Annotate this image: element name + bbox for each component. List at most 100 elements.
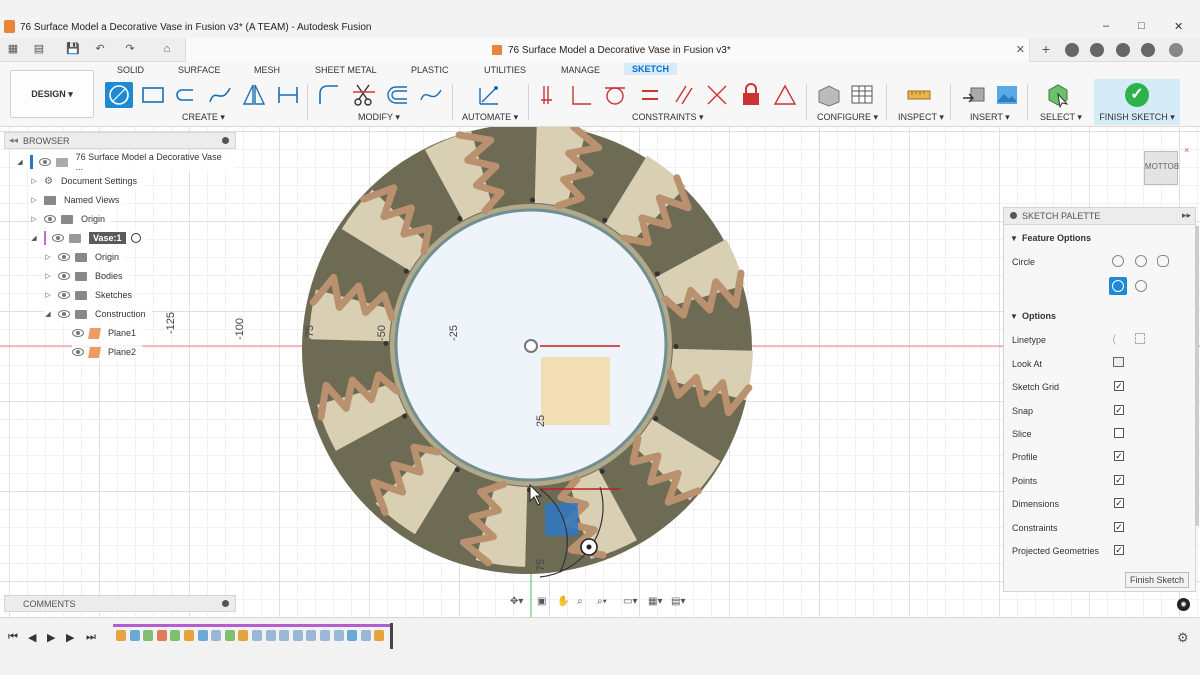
automate-dimension-icon[interactable] bbox=[475, 82, 503, 108]
undo-icon[interactable]: ↶ bbox=[93, 43, 107, 56]
tab-solid[interactable]: SOLID bbox=[117, 65, 144, 75]
palette-pin-icon[interactable] bbox=[1010, 212, 1017, 219]
timeline-feature-icon[interactable] bbox=[116, 630, 126, 641]
file-menu-icon[interactable]: ▤ bbox=[32, 43, 46, 56]
selected-circle-type-icon[interactable] bbox=[1109, 277, 1127, 295]
tangent-circle-icon[interactable] bbox=[1135, 280, 1147, 292]
tree-item-named-views[interactable]: ▷ Named Views bbox=[30, 191, 126, 209]
timeline-feature-icon[interactable] bbox=[156, 630, 167, 641]
measure-ruler-icon[interactable] bbox=[905, 82, 933, 108]
tree-item-plane1[interactable]: Plane1 bbox=[72, 324, 143, 342]
tangent-constraint-icon[interactable] bbox=[601, 82, 629, 108]
configure-box-icon[interactable] bbox=[815, 82, 843, 108]
tab-mesh[interactable]: MESH bbox=[254, 65, 280, 75]
expand-triangle-icon[interactable]: ▷ bbox=[30, 177, 38, 185]
symmetry-triangle-icon[interactable] bbox=[771, 82, 799, 108]
points-checkbox[interactable]: ✓ bbox=[1114, 475, 1124, 485]
redo-icon[interactable]: ↷ bbox=[123, 43, 137, 56]
expand-triangle-icon[interactable]: ▷ bbox=[30, 215, 38, 223]
visibility-eye-icon[interactable] bbox=[44, 215, 56, 223]
insert-menu[interactable]: INSERT ▾ bbox=[970, 112, 1010, 123]
pin-icon[interactable] bbox=[222, 600, 229, 607]
timeline-feature-icon[interactable] bbox=[292, 630, 303, 641]
parallel-constraint-icon[interactable] bbox=[670, 82, 698, 108]
dimension-tool-icon[interactable] bbox=[274, 82, 302, 108]
tree-item-vase-component[interactable]: ◢ Vase:1 bbox=[30, 229, 147, 247]
finish-sketch-button[interactable]: ✓ FINISH SKETCH ▾ bbox=[1094, 79, 1180, 125]
constraints-menu[interactable]: CONSTRAINTS ▾ bbox=[632, 112, 704, 123]
collapse-panel-icon[interactable]: ◂◂ bbox=[9, 135, 18, 146]
palette-scrollbar[interactable] bbox=[1195, 226, 1199, 526]
minimize-button[interactable]: – bbox=[1103, 20, 1109, 32]
home-icon[interactable]: ⌂ bbox=[160, 43, 174, 56]
play-icon[interactable]: ▶ bbox=[47, 631, 55, 644]
viewports-icon[interactable]: ▤▾ bbox=[671, 596, 685, 607]
timeline-feature-icon[interactable] bbox=[320, 630, 330, 641]
display-settings-icon[interactable]: ▭▾ bbox=[623, 596, 637, 607]
visibility-eye-icon[interactable] bbox=[58, 310, 70, 318]
orbit-icon[interactable]: ✥▾ bbox=[510, 596, 523, 607]
visibility-eye-icon[interactable] bbox=[72, 348, 84, 356]
tree-item-sketches[interactable]: ▷ Sketches bbox=[44, 286, 139, 304]
timeline-feature-icon[interactable] bbox=[360, 630, 371, 641]
select-menu[interactable]: SELECT ▾ bbox=[1040, 112, 1082, 123]
timeline-feature-icon[interactable] bbox=[197, 630, 208, 641]
comments-panel[interactable]: COMMENTS bbox=[4, 595, 236, 612]
expand-triangle-icon[interactable]: ◢ bbox=[16, 158, 24, 166]
sketch-palette-header[interactable]: SKETCH PALETTE ▸▸ bbox=[1004, 208, 1195, 225]
pan-hand-icon[interactable]: ✋ bbox=[557, 596, 569, 607]
tree-item-origin[interactable]: ▷ Origin bbox=[30, 210, 112, 228]
visibility-eye-icon[interactable] bbox=[72, 329, 84, 337]
collapse-triangle-icon[interactable]: ▼ bbox=[1010, 312, 1018, 321]
help-icon[interactable] bbox=[1141, 43, 1155, 57]
expand-triangle-icon[interactable]: ▷ bbox=[44, 291, 52, 299]
timeline-feature-icon[interactable] bbox=[333, 630, 344, 641]
sketch-scale-icon[interactable] bbox=[417, 82, 445, 108]
configure-menu[interactable]: CONFIGURE ▾ bbox=[817, 112, 878, 123]
timeline-feature-icon[interactable] bbox=[279, 630, 290, 641]
visibility-eye-icon[interactable] bbox=[52, 234, 64, 242]
dimensions-checkbox[interactable]: ✓ bbox=[1114, 498, 1124, 508]
constraints-checkbox[interactable]: ✓ bbox=[1114, 522, 1124, 532]
slot-tool-icon[interactable] bbox=[172, 82, 200, 108]
timeline-feature-icon[interactable] bbox=[252, 630, 262, 641]
go-to-end-icon[interactable]: ⏭ bbox=[86, 631, 96, 644]
circle-tool-icon[interactable] bbox=[105, 82, 133, 108]
new-tab-plus-icon[interactable]: + bbox=[1039, 42, 1053, 56]
pin-icon[interactable] bbox=[222, 137, 229, 144]
insert-image-icon[interactable] bbox=[993, 82, 1021, 108]
normal-linetype-icon[interactable]: ⟨ bbox=[1112, 333, 1116, 346]
palette-finish-sketch-button[interactable]: Finish Sketch bbox=[1125, 572, 1189, 588]
feature-options-header[interactable]: Feature Options bbox=[1022, 233, 1091, 243]
job-status-icon[interactable] bbox=[1090, 43, 1104, 57]
tree-item-vase-origin[interactable]: ▷ Origin bbox=[44, 248, 126, 266]
tree-item-construction[interactable]: ◢ Construction bbox=[44, 305, 152, 323]
collinear-constraint-icon[interactable] bbox=[703, 82, 731, 108]
construction-linetype-icon[interactable] bbox=[1135, 333, 1145, 344]
timeline-feature-icon[interactable] bbox=[170, 630, 181, 641]
visibility-eye-icon[interactable] bbox=[58, 272, 70, 280]
spline-tool-icon[interactable] bbox=[206, 82, 234, 108]
fix-lock-icon[interactable] bbox=[737, 82, 765, 108]
automate-menu[interactable]: AUTOMATE ▾ bbox=[462, 112, 518, 123]
expand-triangle-icon[interactable]: ▷ bbox=[44, 272, 52, 280]
fit-zoom-icon[interactable]: ⌕▾ bbox=[597, 596, 607, 607]
coincident-constraint-icon[interactable] bbox=[537, 82, 565, 108]
activate-radio-icon[interactable] bbox=[130, 233, 141, 243]
document-tab[interactable]: 76 Surface Model a Decorative Vase in Fu… bbox=[185, 38, 1030, 62]
document-tab-close-icon[interactable]: ✕ bbox=[1016, 43, 1025, 56]
equal-constraint-icon[interactable] bbox=[636, 82, 664, 108]
tree-item-bodies[interactable]: ▷ Bodies bbox=[44, 267, 129, 285]
options-header[interactable]: Options bbox=[1022, 311, 1056, 321]
snap-checkbox[interactable]: ✓ bbox=[1114, 405, 1124, 415]
visibility-eye-icon[interactable] bbox=[58, 253, 70, 261]
viewcube[interactable]: BOTTOM bbox=[1144, 151, 1179, 185]
tab-sheet-metal[interactable]: SHEET METAL bbox=[315, 65, 377, 75]
offset-tool-icon[interactable] bbox=[384, 82, 412, 108]
timeline-marker[interactable] bbox=[390, 623, 393, 649]
inspect-menu[interactable]: INSPECT ▾ bbox=[898, 112, 944, 123]
data-panel-grid-icon[interactable]: ▦ bbox=[6, 43, 20, 56]
tree-item-document-settings[interactable]: ▷ ⚙ Document Settings bbox=[30, 172, 144, 190]
expand-triangle-icon[interactable]: ▷ bbox=[30, 196, 38, 204]
trim-scissors-icon[interactable] bbox=[350, 82, 378, 108]
